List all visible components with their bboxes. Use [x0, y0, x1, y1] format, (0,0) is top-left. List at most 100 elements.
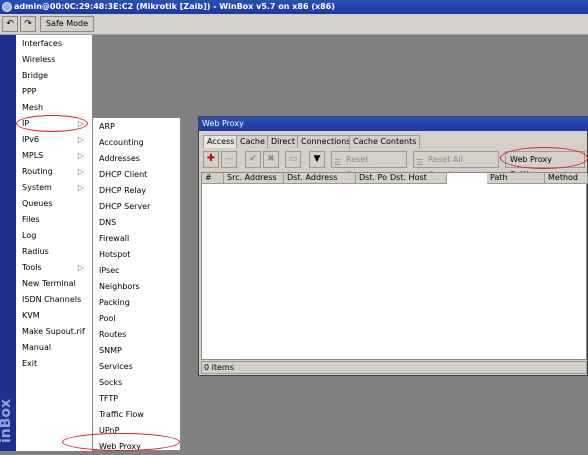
tab-connections[interactable]: Connections	[297, 135, 355, 148]
comment-icon: ▭	[288, 154, 298, 164]
menu-item-manual[interactable]: Manual	[16, 340, 92, 356]
menu-item-label: Make Supout.rif	[22, 327, 85, 336]
ip-submenu: ARP Accounting Addresses DHCP Client DHC…	[92, 117, 181, 451]
submenu-item-neighbors[interactable]: Neighbors	[93, 279, 180, 295]
winbox-app-icon	[2, 2, 12, 12]
submenu-arrow-icon: ▷	[77, 263, 84, 272]
undo-icon: ↶	[6, 19, 14, 29]
submenu-item-dns[interactable]: DNS	[93, 215, 180, 231]
menu-item-wireless[interactable]: Wireless	[16, 52, 92, 68]
menu-item-label: IPv6	[22, 135, 40, 144]
menu-item-kvm[interactable]: KVM	[16, 308, 92, 324]
menu-item-label: Mesh	[22, 103, 44, 112]
submenu-item-routes[interactable]: Routes	[93, 327, 180, 343]
tab-direct[interactable]: Direct	[267, 135, 299, 148]
redo-icon: ↷	[24, 19, 32, 29]
menu-item-isdn-channels[interactable]: ISDN Channels	[16, 292, 92, 308]
column-header-method[interactable]: Method	[545, 173, 588, 184]
remove-button[interactable]: —	[221, 151, 237, 168]
menu-item-label: MPLS	[22, 151, 44, 160]
submenu-item-services[interactable]: Services	[93, 359, 180, 375]
submenu-arrow-icon: ▷	[77, 151, 84, 160]
menu-item-new-terminal[interactable]: New Terminal	[16, 276, 92, 292]
web-proxy-title-bar[interactable]: Web Proxy	[199, 117, 588, 131]
check-icon: ✔	[249, 154, 257, 164]
menu-item-mesh[interactable]: Mesh	[16, 100, 92, 116]
menu-item-label: ISDN Channels	[22, 295, 82, 304]
undo-button[interactable]: ↶	[2, 16, 18, 32]
submenu-item-accounting[interactable]: Accounting	[93, 135, 180, 151]
submenu-item-addresses[interactable]: Addresses	[93, 151, 180, 167]
column-header-dst-host[interactable]: Dst. Host	[387, 173, 447, 184]
reset-all-counters-button[interactable]: ☰Reset All Counters	[413, 151, 499, 179]
submenu-item-dhcp-relay[interactable]: DHCP Relay	[93, 183, 180, 199]
column-header-path[interactable]: Path	[487, 173, 545, 184]
menu-item-label: Wireless	[22, 55, 56, 64]
minus-icon: —	[224, 154, 234, 164]
menu-item-ppp[interactable]: PPP	[16, 84, 92, 100]
main-toolbar: ↶ ↷ Safe Mode	[0, 14, 588, 35]
menu-item-label: Queues	[22, 199, 53, 208]
reset-counters-button[interactable]: ☰Reset Counters	[331, 151, 407, 179]
submenu-item-arp[interactable]: ARP	[93, 119, 180, 135]
menu-item-label: Files	[22, 215, 40, 224]
redo-button[interactable]: ↷	[20, 16, 36, 32]
tab-cache[interactable]: Cache	[236, 135, 269, 148]
submenu-item-hotspot[interactable]: Hotspot	[93, 247, 180, 263]
submenu-item-traffic-flow[interactable]: Traffic Flow	[93, 407, 180, 423]
menu-item-ip[interactable]: IP ▷	[16, 116, 92, 132]
menu-item-interfaces[interactable]: Interfaces	[16, 36, 92, 52]
menu-item-tools[interactable]: Tools ▷	[16, 260, 92, 276]
submenu-item-dhcp-client[interactable]: DHCP Client	[93, 167, 180, 183]
menu-item-label: Tools	[22, 263, 42, 272]
add-button[interactable]: ✚	[203, 151, 219, 168]
menu-item-label: IP	[22, 119, 30, 128]
menu-item-log[interactable]: Log	[16, 228, 92, 244]
access-rules-table: # Src. Address Dst. Address Dst. Port Ds…	[201, 172, 588, 360]
reset-all-icon: ☰	[416, 158, 424, 167]
menu-item-make-supout[interactable]: Make Supout.rif	[16, 324, 92, 340]
submenu-arrow-icon: ▷	[77, 183, 84, 192]
menu-item-label: System	[22, 183, 52, 192]
column-header-dst-address[interactable]: Dst. Address	[284, 173, 356, 184]
menu-item-ipv6[interactable]: IPv6 ▷	[16, 132, 92, 148]
submenu-item-pool[interactable]: Pool	[93, 311, 180, 327]
menu-item-bridge[interactable]: Bridge	[16, 68, 92, 84]
menu-item-queues[interactable]: Queues	[16, 196, 92, 212]
comment-button[interactable]: ▭	[285, 151, 301, 168]
menu-item-system[interactable]: System ▷	[16, 180, 92, 196]
submenu-item-web-proxy[interactable]: Web Proxy	[93, 439, 180, 455]
column-header-number[interactable]: #	[202, 173, 224, 184]
reset-icon: ☰	[334, 158, 342, 167]
submenu-item-upnp[interactable]: UPnP	[93, 423, 180, 439]
menu-item-label: New Terminal	[22, 279, 76, 288]
enable-button[interactable]: ✔	[245, 151, 261, 168]
submenu-item-socks[interactable]: Socks	[93, 375, 180, 391]
cross-icon: ✖	[267, 154, 275, 164]
menu-item-mpls[interactable]: MPLS ▷	[16, 148, 92, 164]
filter-button[interactable]: ▼	[309, 151, 325, 168]
submenu-item-firewall[interactable]: Firewall	[93, 231, 180, 247]
menu-item-label: Log	[22, 231, 37, 240]
web-proxy-settings-button[interactable]: Web Proxy Settings	[505, 151, 585, 179]
menu-item-radius[interactable]: Radius	[16, 244, 92, 260]
menu-item-routing[interactable]: Routing ▷	[16, 164, 92, 180]
column-header-src-address[interactable]: Src. Address	[224, 173, 284, 184]
safe-mode-button[interactable]: Safe Mode	[40, 16, 94, 32]
tab-access[interactable]: Access	[203, 135, 239, 148]
submenu-item-ipsec[interactable]: IPsec	[93, 263, 180, 279]
menu-item-label: Interfaces	[22, 39, 62, 48]
submenu-item-dhcp-server[interactable]: DHCP Server	[93, 199, 180, 215]
main-menu: Interfaces Wireless Bridge PPP Mesh IP ▷ …	[16, 35, 92, 451]
menu-item-label: Exit	[22, 359, 38, 368]
vertical-brand-strip: inBox	[0, 35, 16, 451]
submenu-item-tftp[interactable]: TFTP	[93, 391, 180, 407]
tab-cache-contents[interactable]: Cache Contents	[349, 135, 421, 148]
menu-item-exit[interactable]: Exit	[16, 356, 92, 372]
submenu-item-packing[interactable]: Packing	[93, 295, 180, 311]
menu-item-label: PPP	[22, 87, 37, 96]
menu-item-files[interactable]: Files	[16, 212, 92, 228]
submenu-arrow-icon: ▷	[77, 135, 84, 144]
disable-button[interactable]: ✖	[263, 151, 279, 168]
submenu-item-snmp[interactable]: SNMP	[93, 343, 180, 359]
